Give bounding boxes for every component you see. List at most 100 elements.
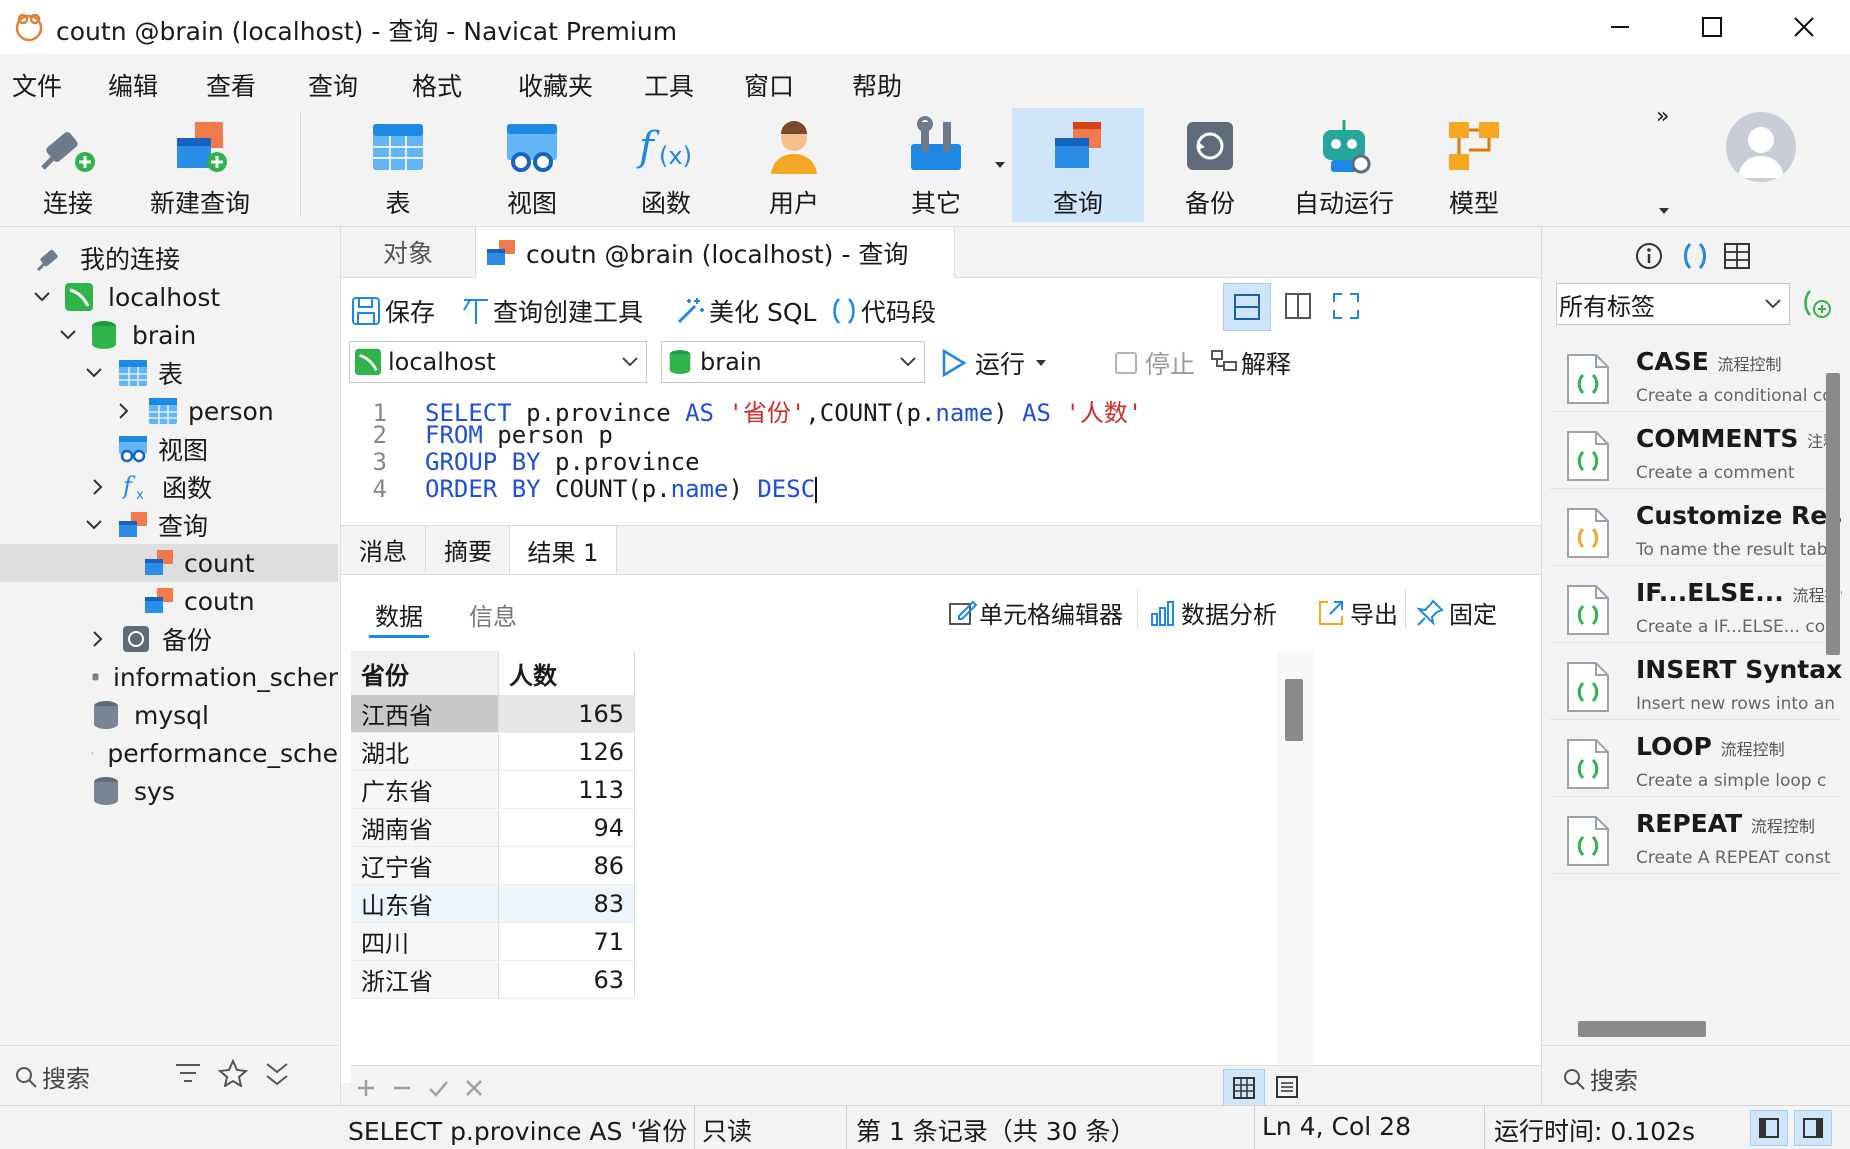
- snippet-item[interactable]: LOOP 流程控制Create a simple loop c: [1550, 720, 1840, 797]
- form-view-button[interactable]: [1267, 1069, 1307, 1105]
- tree-person[interactable]: person: [0, 392, 338, 430]
- my-connections-header[interactable]: 我的连接: [0, 239, 338, 277]
- cell-count[interactable]: 83: [499, 885, 635, 923]
- fullscreen-button[interactable]: [1323, 283, 1369, 329]
- tree-performance-schema[interactable]: performance_sche: [0, 734, 338, 772]
- auto-run-button[interactable]: 自动运行: [1282, 108, 1406, 220]
- filter-icon[interactable]: [174, 1061, 202, 1087]
- save-button[interactable]: 保存: [351, 293, 435, 329]
- snippet-item[interactable]: REPEAT 流程控制Create A REPEAT const Stateme…: [1550, 797, 1840, 874]
- other-button[interactable]: 其它: [876, 108, 996, 220]
- collapse-icon[interactable]: [264, 1061, 290, 1087]
- result-grid[interactable]: 省份 人数 江西省165湖北126广东省113湖南省94辽宁省86山东省83四川…: [341, 651, 1337, 1083]
- close-button[interactable]: [1758, 0, 1850, 54]
- cell-province[interactable]: 山东省: [351, 885, 499, 923]
- tree-backups[interactable]: 备份: [0, 620, 338, 658]
- cell-province[interactable]: 四川: [351, 923, 499, 961]
- grid-icon[interactable]: [1722, 241, 1752, 271]
- toggle-right-panel-button[interactable]: [1794, 1110, 1832, 1146]
- tree-query-coutn[interactable]: coutn: [0, 582, 338, 620]
- chevron-down-icon[interactable]: [84, 363, 104, 383]
- table-row[interactable]: 辽宁省86: [351, 847, 635, 885]
- chevron-right-icon[interactable]: [88, 477, 108, 497]
- add-row-icon[interactable]: [355, 1077, 377, 1099]
- cell-province[interactable]: 浙江省: [351, 961, 499, 999]
- menu-tools[interactable]: 工具: [644, 67, 694, 103]
- menu-window[interactable]: 窗口: [744, 67, 794, 103]
- chevron-down-icon[interactable]: [32, 287, 52, 307]
- user-button[interactable]: 用户: [734, 108, 854, 220]
- scrollbar-thumb[interactable]: [1285, 679, 1303, 741]
- run-dropdown-icon[interactable]: [1035, 358, 1047, 368]
- layout-side-button[interactable]: [1275, 283, 1321, 329]
- sidebar-search[interactable]: 搜索: [14, 1059, 90, 1094]
- beautify-sql-button[interactable]: 美化 SQL: [675, 293, 816, 329]
- snippet-item[interactable]: IF...ELSE... 流程控制Create a IF...ELSE... c…: [1550, 566, 1840, 643]
- query-builder-button[interactable]: 查询创建工具: [461, 293, 643, 329]
- cell-province[interactable]: 辽宁省: [351, 847, 499, 885]
- menu-file[interactable]: 文件: [12, 67, 62, 103]
- connection-select[interactable]: localhost: [349, 341, 647, 383]
- add-snippet-icon[interactable]: [1798, 287, 1832, 321]
- tab-objects[interactable]: 对象: [341, 227, 475, 277]
- subtab-data[interactable]: 数据: [375, 597, 423, 632]
- database-select[interactable]: brain: [661, 341, 925, 383]
- other-dropdown-icon[interactable]: [994, 160, 1006, 170]
- grid-view-button[interactable]: [1223, 1069, 1265, 1107]
- tree-localhost[interactable]: localhost: [0, 278, 338, 316]
- cell-count[interactable]: 94: [499, 809, 635, 847]
- menu-format[interactable]: 格式: [412, 67, 462, 103]
- cell-province[interactable]: 湖北: [351, 733, 499, 771]
- view-button[interactable]: 视图: [472, 108, 592, 220]
- check-icon[interactable]: [427, 1077, 449, 1099]
- table-button[interactable]: 表: [338, 108, 458, 220]
- cell-count[interactable]: 86: [499, 847, 635, 885]
- menu-favorites[interactable]: 收藏夹: [518, 67, 593, 103]
- cell-count[interactable]: 113: [499, 771, 635, 809]
- tree-functions[interactable]: fx 函数: [0, 468, 338, 506]
- tree-mysql[interactable]: mysql: [0, 696, 338, 734]
- snippet-hscroll-thumb[interactable]: [1578, 1021, 1706, 1037]
- chevron-down-icon[interactable]: [58, 325, 78, 345]
- tree-information-schema[interactable]: information_scher: [0, 658, 338, 696]
- snippet-search[interactable]: 搜索: [1562, 1061, 1638, 1096]
- cell-province[interactable]: 湖南省: [351, 809, 499, 847]
- avatar[interactable]: [1726, 112, 1796, 182]
- new-query-button[interactable]: 新建查询: [140, 108, 260, 220]
- tab-result-1[interactable]: 结果 1: [509, 526, 617, 574]
- cell-province[interactable]: 广东省: [351, 771, 499, 809]
- explain-button[interactable]: 解释: [1209, 345, 1291, 381]
- menu-help[interactable]: 帮助: [852, 67, 902, 103]
- cell-province[interactable]: 江西省: [351, 695, 499, 733]
- table-row[interactable]: 广东省113: [351, 771, 635, 809]
- table-row[interactable]: 江西省165: [351, 695, 635, 733]
- chevron-right-icon[interactable]: [114, 401, 134, 421]
- query-button[interactable]: 查询: [1012, 108, 1144, 222]
- chevron-down-icon[interactable]: [84, 515, 104, 535]
- snippet-icon[interactable]: [1680, 241, 1710, 271]
- stop-button[interactable]: 停止: [1113, 345, 1195, 381]
- function-button[interactable]: f(x) 函数: [606, 108, 726, 220]
- run-button[interactable]: 运行: [941, 345, 1047, 381]
- chevron-right-icon[interactable]: [88, 629, 108, 649]
- code-snippet-button[interactable]: 代码段: [829, 293, 936, 329]
- cell-count[interactable]: 63: [499, 961, 635, 999]
- menu-view[interactable]: 查看: [206, 67, 256, 103]
- layout-stacked-button[interactable]: [1223, 283, 1271, 331]
- table-row[interactable]: 湖南省94: [351, 809, 635, 847]
- snippet-scrollbar-thumb[interactable]: [1826, 373, 1840, 655]
- tree-tables[interactable]: 表: [0, 354, 338, 392]
- connect-button[interactable]: 连接: [8, 108, 128, 220]
- cell-count[interactable]: 126: [499, 733, 635, 771]
- tree-sys[interactable]: sys: [0, 772, 338, 810]
- export-button[interactable]: 导出: [1316, 595, 1398, 630]
- tag-filter-select[interactable]: 所有标签: [1556, 283, 1790, 325]
- pin-button[interactable]: 固定: [1415, 595, 1497, 630]
- tree-brain[interactable]: brain: [0, 316, 338, 354]
- column-header-count[interactable]: 人数: [499, 651, 635, 695]
- column-header-province[interactable]: 省份: [351, 651, 499, 695]
- data-analysis-button[interactable]: 数据分析: [1149, 595, 1277, 630]
- table-row[interactable]: 湖北126: [351, 733, 635, 771]
- menu-edit[interactable]: 编辑: [108, 67, 158, 103]
- minimize-button[interactable]: [1574, 0, 1666, 54]
